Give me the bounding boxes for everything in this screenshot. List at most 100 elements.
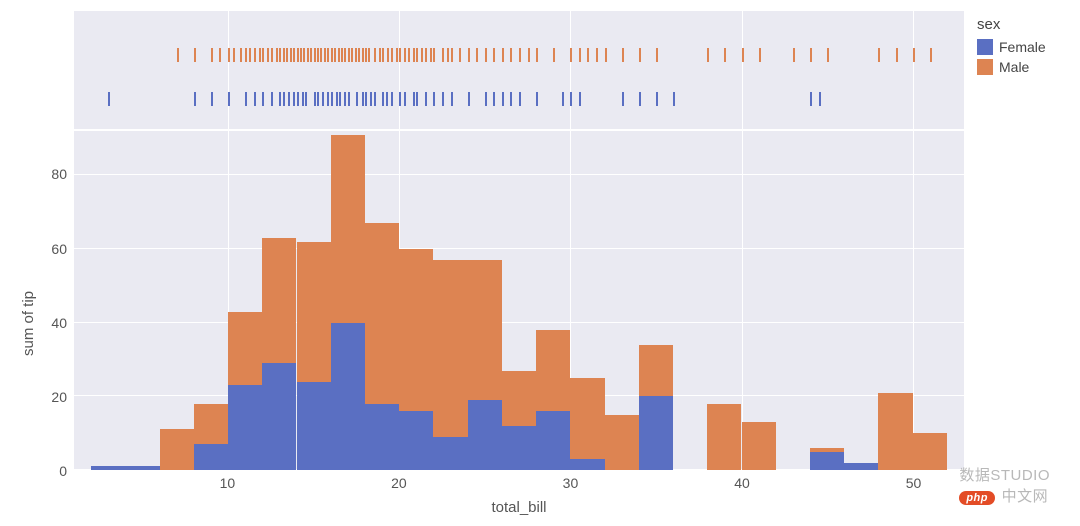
rug-tick-female <box>108 92 110 106</box>
bar-male <box>468 260 502 400</box>
rug-row-female <box>74 89 964 109</box>
rug-tick-male <box>276 48 278 62</box>
bar-male <box>707 404 741 470</box>
bar-female <box>468 400 502 470</box>
y-axis-title-wrap: sum of tip <box>15 10 43 516</box>
rug-tick-male <box>896 48 898 62</box>
rug-tick-male <box>759 48 761 62</box>
rug-tick-male <box>742 48 744 62</box>
rug-tick-male <box>476 48 478 62</box>
rug-tick-male <box>259 48 261 62</box>
rug-tick-male <box>707 48 709 62</box>
bar-female <box>502 426 536 470</box>
rug-tick-male <box>219 48 221 62</box>
rug-tick-male <box>303 48 305 62</box>
bar-group <box>468 131 502 470</box>
plot-column: 1020304050 total_bill <box>73 10 965 516</box>
bar-group <box>399 131 433 470</box>
rug-gridlines <box>74 11 964 129</box>
x-tick-label: 30 <box>563 475 579 491</box>
rug-tick-male <box>579 48 581 62</box>
rug-tick-female <box>622 92 624 106</box>
rug-tick-male <box>228 48 230 62</box>
rug-tick-male <box>724 48 726 62</box>
rug-tick-male <box>307 48 309 62</box>
rug-tick-female <box>348 92 350 106</box>
bar-layer <box>74 131 964 470</box>
rug-tick-female <box>344 92 346 106</box>
rug-tick-male <box>485 48 487 62</box>
rug-tick-female <box>562 92 564 106</box>
rug-tick-male <box>502 48 504 62</box>
rug-tick-male <box>344 48 346 62</box>
rug-tick-female <box>579 92 581 106</box>
bar-female <box>228 385 262 470</box>
rug-tick-male <box>245 48 247 62</box>
rug-tick-male <box>391 48 393 62</box>
x-axis-title: total_bill <box>73 499 965 516</box>
rug-tick-female <box>297 92 299 106</box>
rug-tick-male <box>519 48 521 62</box>
histogram-panel <box>73 130 965 471</box>
rug-tick-male <box>622 48 624 62</box>
rug-tick-male <box>596 48 598 62</box>
bar-group <box>742 131 776 470</box>
rug-tick-female <box>327 92 329 106</box>
bar-male <box>810 448 844 452</box>
legend-swatch-female <box>977 39 993 55</box>
rug-tick-female <box>510 92 512 106</box>
legend-label-male: Male <box>999 59 1029 75</box>
bar-male <box>605 415 639 470</box>
rug-tick-male <box>240 48 242 62</box>
rug-tick-male <box>379 48 381 62</box>
rug-tick-male <box>320 48 322 62</box>
rug-tick-male <box>408 48 410 62</box>
legend-label-female: Female <box>999 39 1046 55</box>
bar-female <box>125 466 159 470</box>
y-tick-label: 80 <box>51 166 67 182</box>
bar-group <box>194 131 228 470</box>
rug-tick-female <box>404 92 406 106</box>
rug-tick-male <box>810 48 812 62</box>
rug-tick-male <box>233 48 235 62</box>
y-tick-label: 40 <box>51 315 67 331</box>
rug-tick-female <box>485 92 487 106</box>
x-tick-label: 10 <box>220 475 236 491</box>
bar-group <box>913 131 947 470</box>
rug-tick-female <box>502 92 504 106</box>
rug-tick-female <box>314 92 316 106</box>
rug-tick-female <box>288 92 290 106</box>
rug-tick-female <box>339 92 341 106</box>
rug-tick-female <box>356 92 358 106</box>
bar-male <box>297 242 331 382</box>
bar-female <box>262 363 296 470</box>
rug-tick-male <box>310 48 312 62</box>
rug-tick-male <box>447 48 449 62</box>
bar-female <box>810 452 844 470</box>
x-tick-label: 50 <box>906 475 922 491</box>
bar-female <box>639 396 673 470</box>
y-axis-ticks: 020406080 <box>43 10 73 516</box>
rug-tick-female <box>262 92 264 106</box>
rug-tick-male <box>368 48 370 62</box>
bar-group <box>125 131 159 470</box>
rug-tick-male <box>413 48 415 62</box>
rug-tick-female <box>819 92 821 106</box>
legend-swatch-male <box>977 59 993 75</box>
bar-group <box>878 131 912 470</box>
rug-tick-male <box>404 48 406 62</box>
bar-group <box>160 131 194 470</box>
rug-tick-male <box>536 48 538 62</box>
rug-tick-male <box>459 48 461 62</box>
bar-group <box>331 131 365 470</box>
rug-tick-female <box>336 92 338 106</box>
rug-tick-male <box>387 48 389 62</box>
rug-tick-male <box>177 48 179 62</box>
rug-tick-female <box>416 92 418 106</box>
bar-female <box>399 411 433 470</box>
rug-tick-male <box>639 48 641 62</box>
bar-male <box>570 378 604 459</box>
rug-tick-female <box>245 92 247 106</box>
rug-tick-male <box>493 48 495 62</box>
rug-tick-male <box>331 48 333 62</box>
